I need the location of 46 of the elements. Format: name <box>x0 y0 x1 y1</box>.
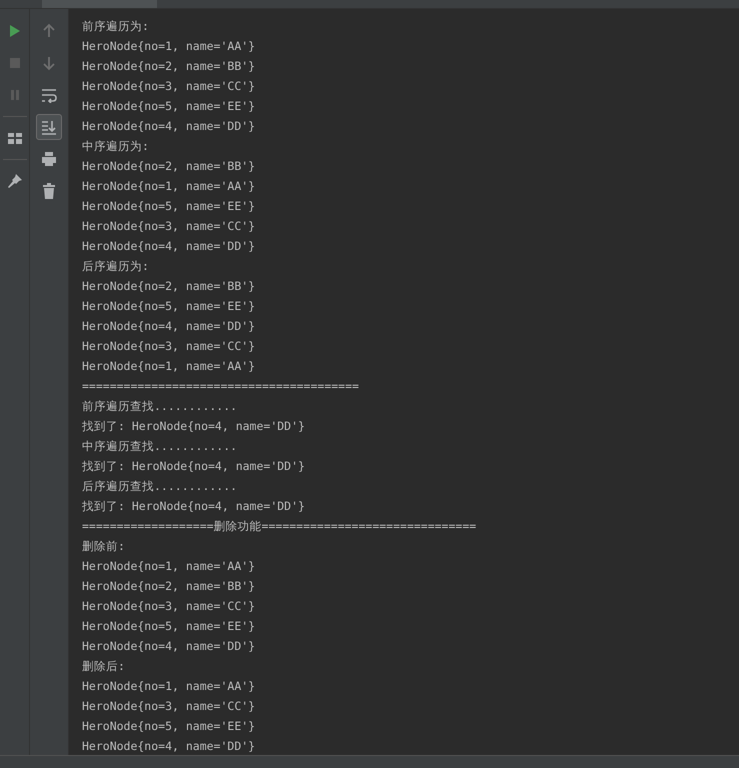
console-line: HeroNode{no=4, name='DD'} <box>82 238 256 255</box>
console-line: HeroNode{no=3, name='CC'} <box>82 698 256 715</box>
console-line: HeroNode{no=5, name='EE'} <box>82 618 256 635</box>
console-line: HeroNode{no=1, name='AA'} <box>82 558 256 575</box>
console-line: HeroNode{no=5, name='EE'} <box>82 198 256 215</box>
console-line: HeroNode{no=5, name='EE'} <box>82 98 256 115</box>
up-arrow-icon <box>41 23 57 39</box>
console-line: 找到了: HeroNode{no=4, name='DD'} <box>82 418 306 435</box>
console-line: HeroNode{no=4, name='DD'} <box>82 638 256 655</box>
console-line: HeroNode{no=1, name='AA'} <box>82 38 256 55</box>
pin-icon <box>6 173 22 189</box>
console-line: 后序遍历为: <box>82 258 150 275</box>
console-line: HeroNode{no=3, name='CC'} <box>82 598 256 615</box>
console-line: HeroNode{no=2, name='BB'} <box>82 578 256 595</box>
console-line: HeroNode{no=4, name='DD'} <box>82 118 256 135</box>
trash-icon <box>41 183 57 199</box>
scroll-to-end-icon <box>41 119 57 135</box>
console-line: ===================删除功能=============================== <box>82 518 478 535</box>
console-line: 前序遍历查找............ <box>82 398 238 415</box>
console-line: HeroNode{no=2, name='BB'} <box>82 158 256 175</box>
console-line: HeroNode{no=4, name='DD'} <box>82 318 256 335</box>
console-line: HeroNode{no=3, name='CC'} <box>82 78 256 95</box>
console-line: 删除前: <box>82 538 126 555</box>
layout-icon <box>6 130 22 146</box>
down-arrow-icon <box>41 55 57 71</box>
console-line: HeroNode{no=2, name='BB'} <box>82 58 256 75</box>
console-line: 前序遍历为: <box>82 18 150 35</box>
console-line: HeroNode{no=1, name='AA'} <box>82 678 256 695</box>
console-line: HeroNode{no=4, name='DD'} <box>82 738 256 755</box>
console-line: 中序遍历查找............ <box>82 438 238 455</box>
console-line: 找到了: HeroNode{no=4, name='DD'} <box>82 458 306 475</box>
console-line: HeroNode{no=3, name='CC'} <box>82 218 256 235</box>
console-line: HeroNode{no=5, name='EE'} <box>82 718 256 735</box>
scroll-to-end-button[interactable] <box>36 114 62 140</box>
console-line: HeroNode{no=2, name='BB'} <box>82 278 256 295</box>
console-line: ======================================== <box>82 378 360 395</box>
console-line: HeroNode{no=1, name='AA'} <box>82 178 256 195</box>
print-icon <box>41 151 57 167</box>
console-line: HeroNode{no=3, name='CC'} <box>82 338 256 355</box>
console-line: 中序遍历为: <box>82 138 150 155</box>
console-line: 删除后: <box>82 658 126 675</box>
console-line: 后序遍历查找............ <box>82 478 238 495</box>
console-line: 找到了: HeroNode{no=4, name='DD'} <box>82 498 306 515</box>
wrap-icon <box>41 87 57 103</box>
console-line: HeroNode{no=1, name='AA'} <box>82 358 256 375</box>
console-line: HeroNode{no=5, name='EE'} <box>82 298 256 315</box>
